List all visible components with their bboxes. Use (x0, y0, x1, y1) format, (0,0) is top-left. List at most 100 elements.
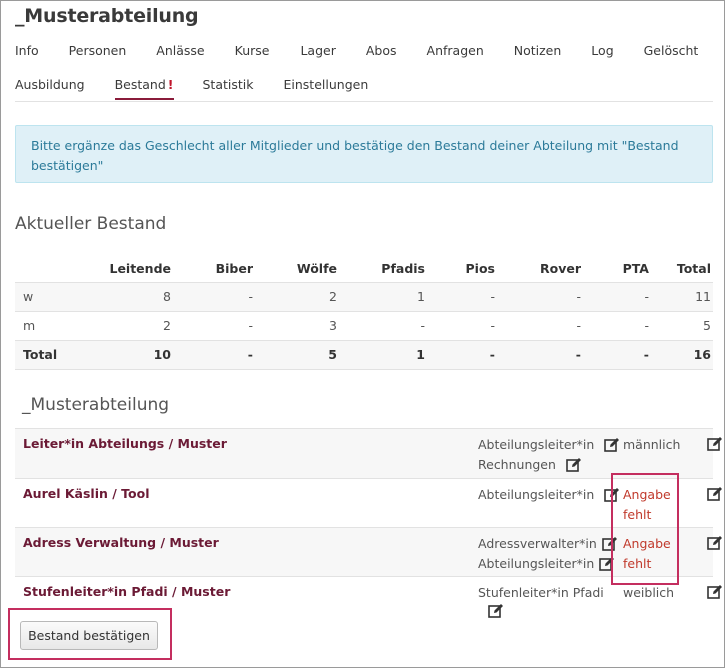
tab-info[interactable]: Info (15, 43, 39, 58)
table-cell: 10 (75, 339, 173, 370)
tab-statistik[interactable]: Statistik (203, 77, 254, 100)
table-header (15, 254, 75, 282)
table-header: Wölfe (296, 260, 337, 276)
tab-ausbildung[interactable]: Ausbildung (15, 77, 85, 100)
list-item: Adress Verwaltung / Muster Adressverwalt… (15, 527, 722, 576)
tabs-divider (15, 101, 713, 102)
tab-lager[interactable]: Lager (300, 43, 335, 58)
group-heading: _Musterabteilung (22, 395, 170, 415)
role-label: Abteilungsleiter*in (478, 487, 595, 502)
role-label: Abteilungsleiter*in (478, 556, 595, 571)
table-cell: 1 (339, 339, 427, 370)
member-role: Stufenleiter*in Pfadi (478, 583, 604, 603)
member-roles: Stufenleiter*in Pfadi (478, 583, 604, 619)
tab-log[interactable]: Log (591, 43, 613, 58)
member-name-link[interactable]: Stufenleiter*in Pfadi / Muster (23, 584, 230, 599)
table-cell: - (497, 281, 583, 311)
edit-icon[interactable] (707, 486, 723, 502)
table-cell: - (427, 310, 497, 340)
table-cell: - (427, 281, 497, 311)
table-cell: 5 (255, 339, 339, 370)
info-alert: Bitte ergänze das Geschlecht aller Mitgl… (15, 125, 713, 183)
member-roles: Adressverwalter*in Abteilungsleiter*in (478, 534, 618, 574)
table-cell: 2 (75, 310, 173, 340)
tab-personen[interactable]: Personen (69, 43, 127, 58)
table-cell: w (15, 281, 75, 311)
table-header: Pios (465, 260, 495, 276)
list-item: Leiter*in Abteilungs / Muster Abteilungs… (15, 428, 722, 478)
table-row: w 8 - 2 1 - - - 11 (15, 281, 713, 311)
table-cell: m (15, 310, 75, 340)
tab-anfragen[interactable]: Anfragen (427, 43, 484, 58)
list-item: Aurel Käslin / Tool Abteilungsleiter*in … (15, 478, 722, 527)
table-header: Rover (539, 260, 581, 276)
table-cell: - (583, 339, 651, 370)
table-cell: - (427, 339, 497, 370)
member-roles: Abteilungsleiter*in (478, 485, 620, 505)
table-cell: - (497, 339, 583, 370)
tab-bestand[interactable]: Bestand! (114, 77, 174, 100)
missing-gender-highlight (611, 473, 679, 585)
edit-icon[interactable] (566, 457, 582, 473)
table-total-row: Total 10 - 5 1 - - - 16 (15, 339, 713, 370)
table-cell: 1 (339, 281, 427, 311)
member-role (478, 603, 604, 619)
member-name-link[interactable]: Adress Verwaltung / Muster (23, 535, 219, 550)
table-header: Total (676, 260, 711, 276)
stock-table: Leitende Biber Wölfe Pfadis Pios Rover P… (15, 254, 713, 370)
confirm-stock-button[interactable]: Bestand bestätigen (20, 621, 158, 650)
table-cell: 2 (255, 281, 339, 311)
member-role: Adressverwalter*in (478, 534, 618, 554)
tab-bar-primary: Info Personen Anlässe Kurse Lager Abos A… (15, 43, 725, 58)
table-header-row: Leitende Biber Wölfe Pfadis Pios Rover P… (15, 254, 713, 282)
member-gender: weiblich (623, 585, 675, 600)
table-cell: Total (15, 339, 75, 370)
member-role: Abteilungsleiter*in (478, 435, 620, 455)
tab-notizen[interactable]: Notizen (514, 43, 562, 58)
tab-bestand-label: Bestand (114, 77, 166, 92)
table-cell: - (173, 310, 255, 340)
table-cell: - (583, 310, 651, 340)
table-cell: - (173, 281, 255, 311)
tab-bar-secondary: Ausbildung Bestand! Statistik Einstellun… (15, 77, 397, 100)
edit-icon[interactable] (707, 584, 723, 600)
role-label: Abteilungsleiter*in (478, 437, 595, 452)
member-roles: Abteilungsleiter*in Rechnungen (478, 435, 620, 475)
warning-badge: ! (167, 77, 174, 92)
table-header: Biber (215, 260, 253, 276)
table-row: m 2 - 3 - - - - 5 (15, 310, 713, 340)
table-cell: 3 (255, 310, 339, 340)
page-title: _Musterabteilung (15, 5, 199, 27)
member-list: Leiter*in Abteilungs / Muster Abteilungs… (15, 428, 722, 626)
member-role: Rechnungen (478, 455, 620, 475)
table-header: Leitende (109, 260, 171, 276)
edit-icon[interactable] (707, 535, 723, 551)
table-header: Pfadis (381, 260, 425, 276)
role-label: Stufenleiter*in Pfadi (478, 585, 604, 600)
tab-anlaesse[interactable]: Anlässe (156, 43, 204, 58)
member-name-link[interactable]: Leiter*in Abteilungs / Muster (23, 436, 227, 451)
table-header: PTA (622, 260, 649, 276)
table-cell: 16 (651, 339, 713, 370)
table-cell: - (583, 281, 651, 311)
table-cell: - (339, 310, 427, 340)
table-cell: 5 (651, 310, 713, 340)
edit-icon[interactable] (707, 436, 723, 452)
table-cell: - (173, 339, 255, 370)
member-name-link[interactable]: Aurel Käslin / Tool (23, 486, 149, 501)
tab-abos[interactable]: Abos (366, 43, 397, 58)
member-role: Abteilungsleiter*in (478, 554, 618, 574)
table-cell: 8 (75, 281, 173, 311)
table-cell: 11 (651, 281, 713, 311)
tab-geloescht[interactable]: Gelöscht (644, 43, 699, 58)
tab-kurse[interactable]: Kurse (235, 43, 270, 58)
tab-einstellungen[interactable]: Einstellungen (284, 77, 369, 100)
role-label: Rechnungen (478, 457, 556, 472)
edit-icon[interactable] (488, 603, 504, 619)
member-gender: männlich (623, 437, 681, 452)
member-role: Abteilungsleiter*in (478, 485, 620, 505)
table-cell: - (497, 310, 583, 340)
role-label: Adressverwalter*in (478, 536, 597, 551)
current-stock-heading: Aktueller Bestand (15, 214, 167, 234)
edit-icon[interactable] (604, 437, 620, 453)
